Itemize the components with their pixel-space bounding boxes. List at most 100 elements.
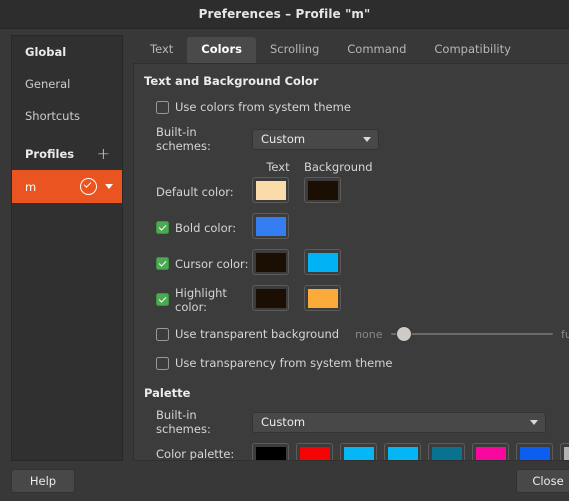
color-palette-label: Color palette: (156, 443, 252, 461)
tab-scrolling[interactable]: Scrolling (256, 37, 333, 63)
transparency-slider[interactable]: none full (355, 326, 569, 342)
bold-text-color-cell (252, 213, 304, 242)
sidebar-item-label: Shortcuts (25, 109, 80, 123)
slider-track-area[interactable] (391, 326, 554, 342)
tab-command[interactable]: Command (333, 37, 420, 63)
row-default-color: Default color: (142, 177, 569, 206)
row-builtin-schemes-top: Built-in schemes: Custom (142, 125, 569, 153)
slider-max-label: full (561, 328, 569, 341)
highlight-color-checkbox[interactable] (156, 293, 169, 306)
cursor-color-checkbox[interactable] (156, 257, 169, 270)
palette-row-1-swatch-6[interactable] (516, 443, 553, 461)
bold-text-color-swatch[interactable] (252, 213, 289, 239)
column-header-text: Text (252, 160, 304, 174)
check-circle-icon[interactable] (80, 178, 97, 195)
profile-actions (80, 178, 113, 195)
row-cursor-color: Cursor color: (142, 249, 569, 278)
use-system-theme-checkbox[interactable] (156, 101, 169, 114)
highlight-text-color-swatch[interactable] (252, 285, 289, 311)
tab-colors[interactable]: Colors (187, 37, 256, 63)
transparency-system-theme-checkbox[interactable] (156, 357, 169, 370)
cursor-color-field: Cursor color: (156, 257, 252, 271)
default-background-color-swatch[interactable] (304, 177, 341, 203)
transparent-background-checkbox[interactable] (156, 328, 169, 341)
window-title: Preferences – Profile "m" (199, 7, 371, 21)
palette-row-1-swatch-4[interactable] (428, 443, 465, 461)
row-color-palette: Color palette: (142, 443, 569, 461)
row-use-system-theme: Use colors from system theme (142, 96, 569, 118)
palette-row-1-swatch-2[interactable] (340, 443, 377, 461)
sidebar-profile-m[interactable]: m (12, 170, 122, 203)
sidebar-item-global[interactable]: Global (12, 36, 122, 68)
add-profile-icon[interactable]: + (97, 148, 110, 160)
sidebar: Global General Shortcuts Profiles + m (11, 35, 123, 461)
close-button[interactable]: Close (516, 469, 569, 493)
palette-row-1-swatch-0[interactable] (252, 443, 289, 461)
swatch-fill (256, 289, 286, 308)
row-bold-color: Bold color: (142, 213, 569, 242)
tab-text[interactable]: Text (136, 37, 187, 63)
highlight-background-color-cell (304, 285, 366, 314)
transparent-background-label: Use transparent background (175, 327, 339, 341)
section-title-text-background: Text and Background Color (144, 74, 569, 88)
palette-row-1 (252, 443, 569, 461)
tab-compatibility[interactable]: Compatibility (420, 37, 525, 63)
cursor-color-label: Cursor color: (175, 257, 248, 271)
builtin-schemes-dropdown[interactable]: Custom (252, 129, 379, 150)
swatch-fill (308, 181, 338, 200)
swatch-fill (300, 447, 330, 462)
palette-row-1-swatch-1[interactable] (296, 443, 333, 461)
palette-builtin-schemes-label: Built-in schemes: (156, 408, 252, 436)
window-body: Global General Shortcuts Profiles + m Te… (0, 29, 569, 461)
window-titlebar: Preferences – Profile "m" (0, 0, 569, 29)
bold-color-label: Bold color: (175, 221, 236, 235)
sidebar-item-shortcuts[interactable]: Shortcuts (12, 100, 122, 132)
sidebar-item-label: Global (25, 45, 66, 59)
slider-min-label: none (355, 328, 382, 341)
palette-row-1-swatch-5[interactable] (472, 443, 509, 461)
bold-color-field: Bold color: (156, 221, 252, 235)
sidebar-item-label: General (25, 77, 70, 91)
palette-builtin-schemes-dropdown[interactable]: Custom (252, 412, 546, 433)
swatch-fill (256, 181, 286, 200)
sidebar-item-general[interactable]: General (12, 68, 122, 100)
swatch-fill (388, 447, 418, 462)
column-header-background: Background (304, 160, 366, 174)
cursor-background-color-swatch[interactable] (304, 249, 341, 275)
highlight-background-color-swatch[interactable] (304, 285, 341, 311)
row-highlight-color: Highlight color: (142, 285, 569, 314)
swatch-fill (256, 447, 286, 462)
default-background-color-cell (304, 177, 366, 206)
cursor-text-color-cell (252, 249, 304, 278)
bold-color-checkbox[interactable] (156, 221, 169, 234)
default-color-label: Default color: (156, 185, 252, 199)
default-text-color-swatch[interactable] (252, 177, 289, 203)
help-button[interactable]: Help (11, 469, 75, 493)
default-text-color-cell (252, 177, 304, 206)
palette-row-1-swatch-7[interactable] (560, 443, 569, 461)
highlight-color-field: Highlight color: (156, 286, 252, 314)
swatch-fill (476, 447, 506, 462)
transparency-system-theme-label: Use transparency from system theme (175, 356, 392, 370)
swatch-fill (564, 447, 569, 462)
slider-track (391, 333, 554, 336)
swatch-fill (256, 253, 286, 272)
color-column-headers: Text Background (142, 160, 569, 174)
palette-row-1-swatch-3[interactable] (384, 443, 421, 461)
highlight-color-label: Highlight color: (175, 286, 252, 314)
palette-builtin-schemes-value: Custom (261, 415, 305, 429)
profile-name-label: m (25, 180, 36, 194)
slider-handle[interactable] (397, 327, 411, 341)
color-palette-grid (252, 443, 569, 461)
cursor-text-color-swatch[interactable] (252, 249, 289, 275)
swatch-fill (308, 289, 338, 308)
swatch-fill (308, 253, 338, 272)
sidebar-section-profiles: Profiles + (12, 138, 122, 170)
cursor-background-color-cell (304, 249, 366, 278)
chevron-down-icon (530, 420, 538, 425)
sidebar-section-label: Profiles (25, 147, 74, 161)
chevron-down-icon[interactable] (105, 184, 113, 189)
section-title-palette: Palette (144, 386, 569, 400)
main-content: Text Colors Scrolling Command Compatibil… (133, 35, 569, 461)
swatch-fill (432, 447, 462, 462)
